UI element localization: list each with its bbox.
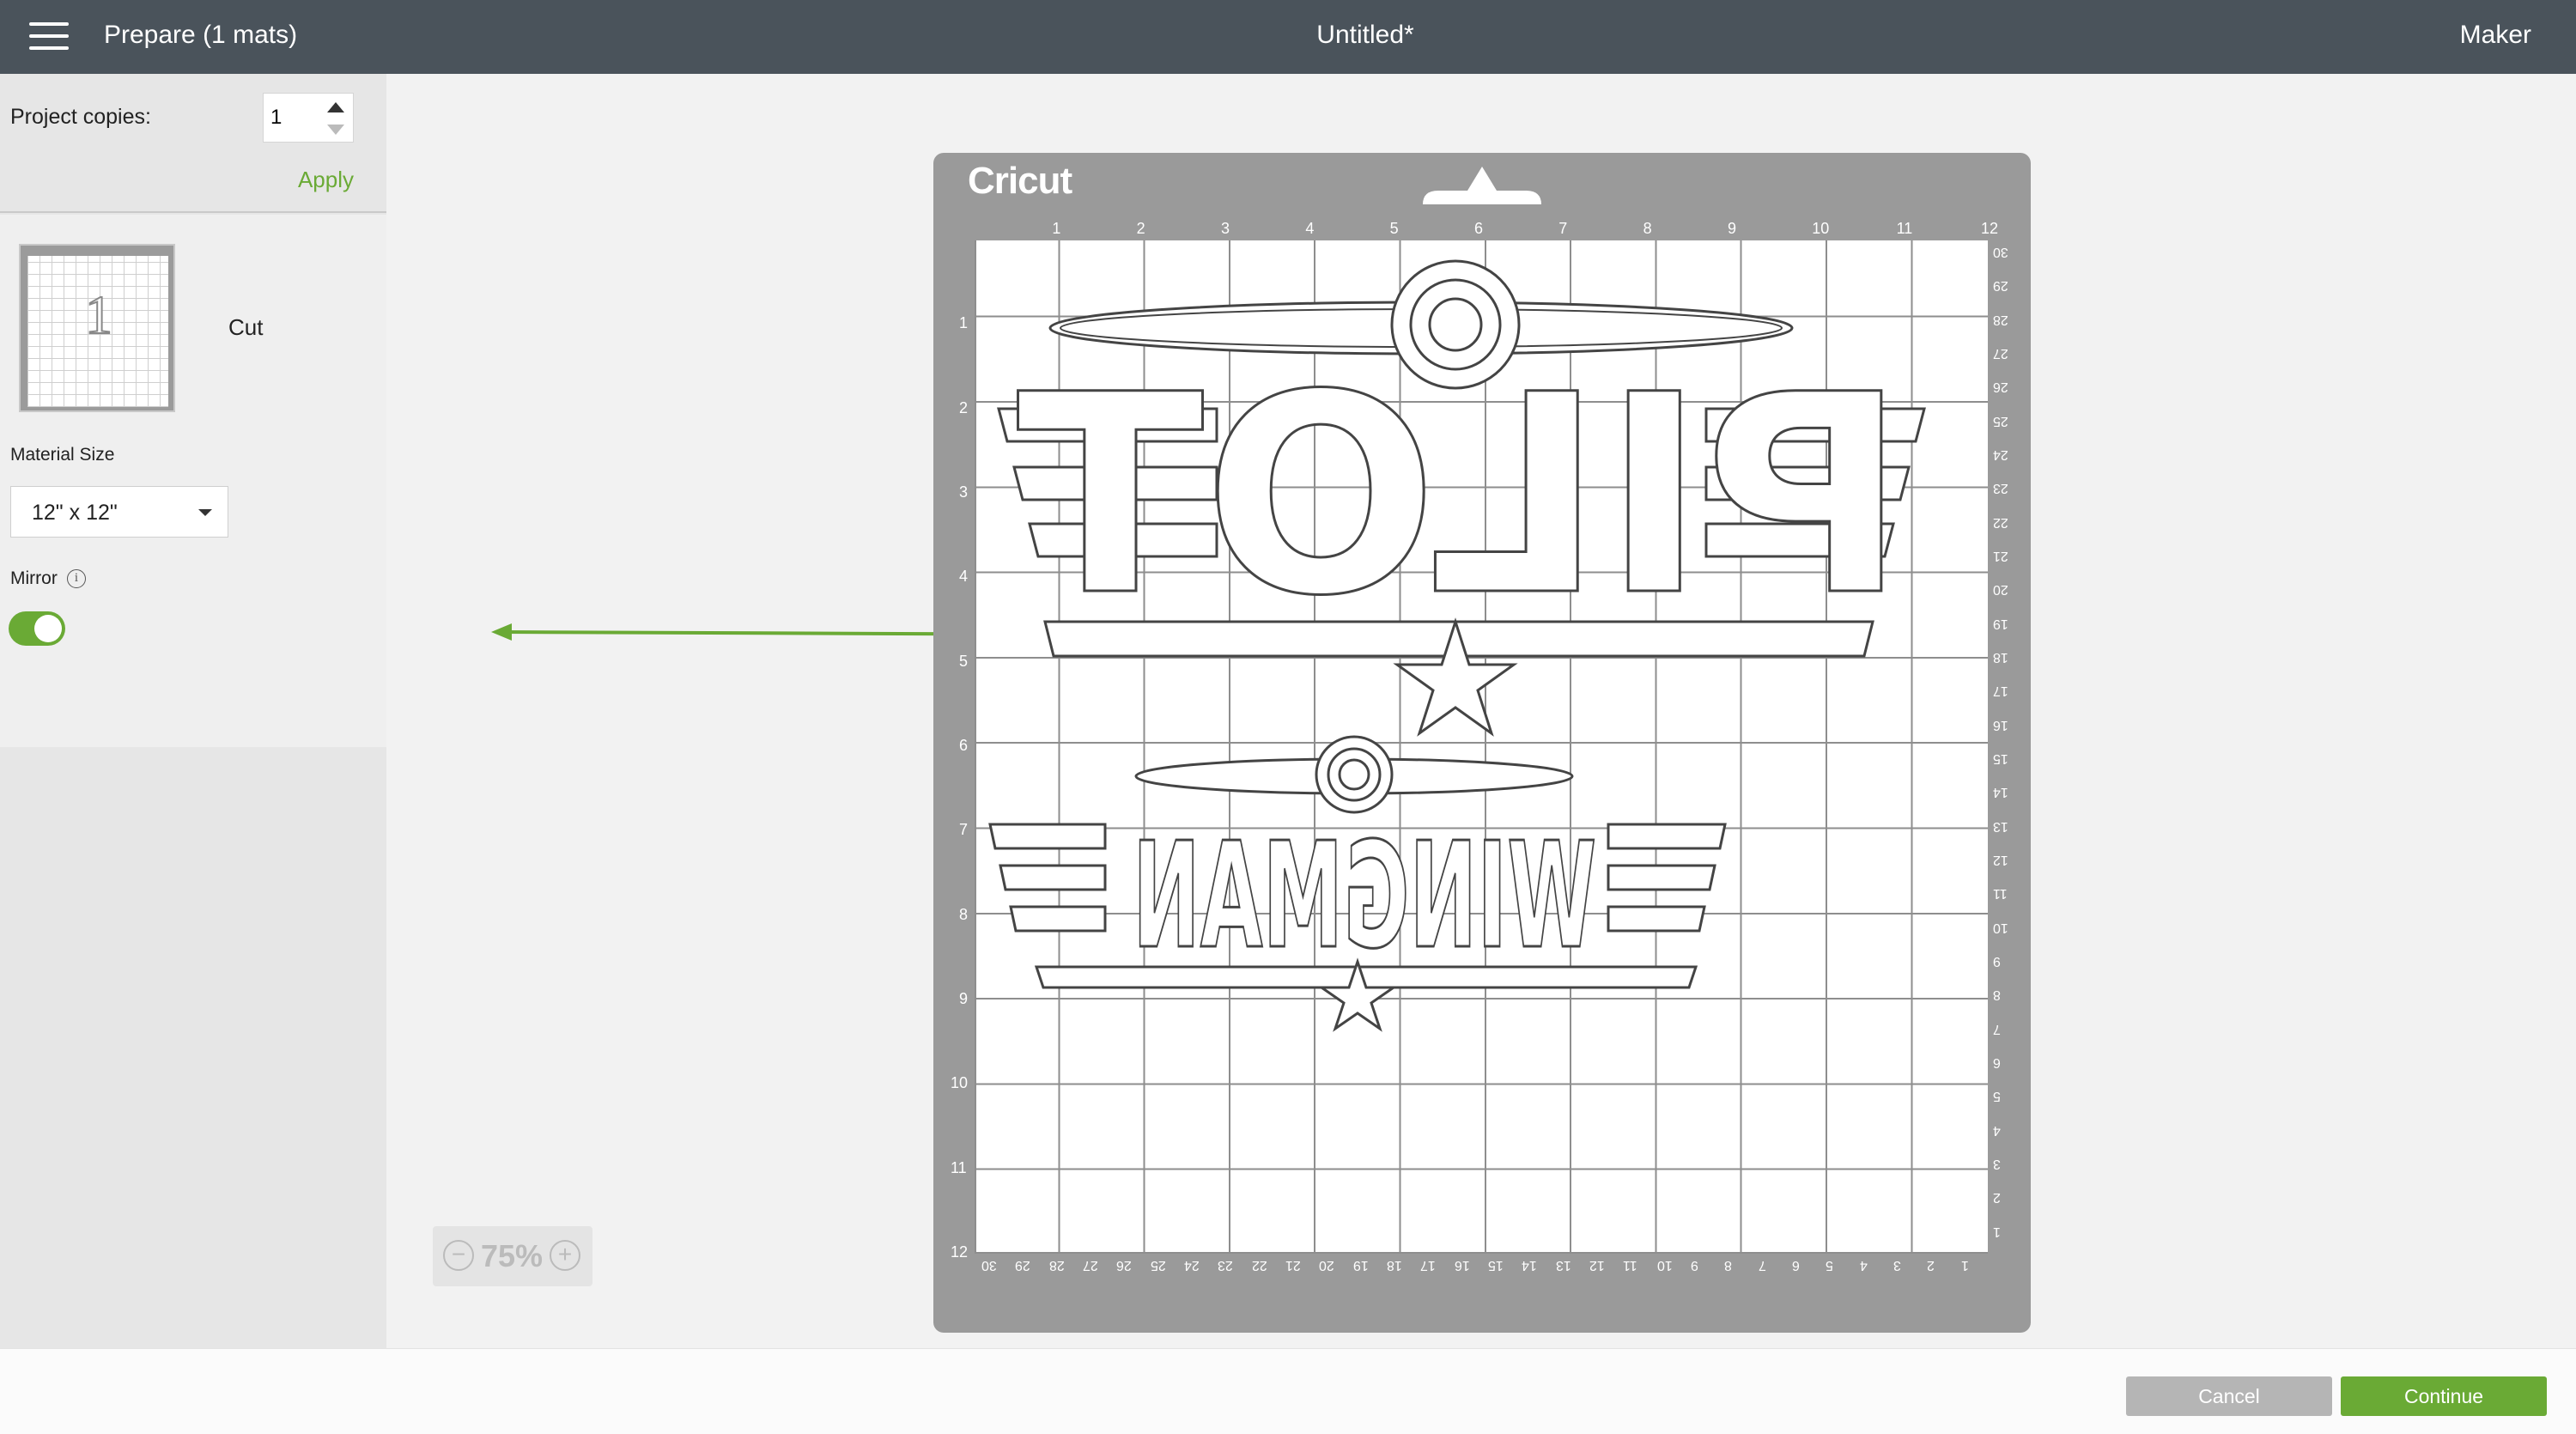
mat-preview-area: Cricut 1 2 3 4 5 6 7 8 9 10 11 12 1 2 3 4 5 6 7 8 9 10 11 12 3… — [386, 74, 2576, 1348]
zoom-level: 75% — [481, 1238, 544, 1273]
bottom-ruler-label: 10 — [1656, 1258, 1673, 1273]
bottom-ruler-label: 30 — [981, 1258, 997, 1273]
project-copies-label: Project copies: — [10, 105, 151, 129]
bottom-ruler-label: 19 — [1352, 1258, 1369, 1273]
bottom-ruler-label: 4 — [1859, 1258, 1868, 1273]
increment-arrow-icon[interactable] — [327, 102, 344, 112]
toggle-knob — [34, 615, 62, 642]
bottom-ruler-label: 5 — [1826, 1258, 1834, 1273]
bottom-ruler-label: 20 — [1319, 1258, 1335, 1273]
bottom-bar: Cancel Continue — [0, 1348, 2576, 1434]
bottom-ruler-label: 22 — [1251, 1258, 1267, 1273]
project-copies-stepper — [263, 93, 354, 143]
design-word-pilot: PILOT — [1015, 337, 1906, 656]
bottom-ruler-label: 21 — [1285, 1258, 1301, 1273]
bottom-ruler-label: 23 — [1218, 1258, 1234, 1273]
decrement-arrow-icon[interactable] — [327, 125, 344, 135]
project-copies-input[interactable] — [270, 104, 322, 131]
bottom-ruler-label: 9 — [1691, 1258, 1698, 1273]
bottom-ruler-label: 12 — [1589, 1258, 1605, 1273]
mat-operation-label: Cut — [228, 314, 264, 340]
project-copies-section: Project copies: Apply — [0, 74, 386, 213]
bottom-ruler-label: 27 — [1083, 1258, 1098, 1273]
bottom-ruler-label: 16 — [1454, 1258, 1470, 1273]
document-title: Untitled* — [1316, 21, 1414, 49]
device-selector[interactable]: Maker — [2460, 21, 2531, 50]
top-bar: Prepare (1 mats) Untitled* Maker — [0, 0, 2576, 74]
mirror-label: Mirror — [10, 568, 58, 588]
bottom-ruler-label: 7 — [1758, 1258, 1766, 1273]
left-panel: Project copies: Apply 1 Cut Material Siz… — [0, 74, 386, 1348]
design-word-wingman: WINGMAN — [1133, 811, 1596, 981]
info-icon[interactable]: i — [67, 569, 86, 588]
hamburger-menu-icon[interactable] — [29, 22, 69, 52]
cancel-button[interactable]: Cancel — [2126, 1376, 2332, 1416]
bottom-ruler-label: 28 — [1048, 1258, 1065, 1273]
bottom-ruler-label: 2 — [1927, 1258, 1935, 1273]
bottom-ruler-label: 24 — [1184, 1258, 1200, 1273]
bottom-ruler-label: 11 — [1623, 1258, 1637, 1273]
mat-settings-section: 1 Cut Material Size 12" x 12" Mirror i — [0, 215, 386, 747]
bottom-ruler-label: 6 — [1792, 1258, 1800, 1273]
continue-button[interactable]: Continue — [2341, 1376, 2547, 1416]
bottom-ruler-label: 29 — [1015, 1258, 1031, 1273]
bottom-ruler-label: 26 — [1116, 1258, 1133, 1273]
bottom-ruler-label: 3 — [1893, 1258, 1901, 1273]
bottom-ruler-label: 13 — [1555, 1258, 1571, 1273]
zoom-control: − 75% + — [433, 1226, 592, 1286]
mat-thumbnail[interactable]: 1 — [19, 244, 175, 412]
mirrored-design[interactable]: PILOT WINGMAN — [975, 240, 1988, 1254]
app-title: Prepare (1 mats) — [104, 21, 298, 49]
bottom-ruler-label: 8 — [1724, 1258, 1733, 1273]
bottom-ruler-label: 1 — [1960, 1258, 1969, 1273]
material-size-dropdown[interactable]: 12" x 12" — [10, 486, 228, 538]
bottom-ruler-label: 17 — [1420, 1258, 1437, 1273]
cutting-mat: Cricut 1 2 3 4 5 6 7 8 9 10 11 12 1 2 3 4 5 6 7 8 9 10 11 12 3… — [933, 153, 2031, 1333]
mat-thumbnail-number: 1 — [84, 283, 113, 346]
chevron-down-icon — [198, 509, 212, 516]
bottom-ruler-label: 15 — [1488, 1258, 1504, 1273]
zoom-out-icon[interactable]: − — [443, 1240, 474, 1271]
bottom-ruler-label: 18 — [1387, 1258, 1402, 1273]
mirror-toggle[interactable] — [9, 611, 65, 646]
zoom-in-icon[interactable]: + — [550, 1240, 580, 1271]
bottom-ruler-label: 25 — [1150, 1258, 1166, 1273]
bottom-ruler-label: 14 — [1522, 1258, 1538, 1273]
apply-button[interactable]: Apply — [298, 167, 354, 193]
material-size-value: 12" x 12" — [32, 501, 118, 525]
material-size-label: Material Size — [10, 445, 115, 465]
